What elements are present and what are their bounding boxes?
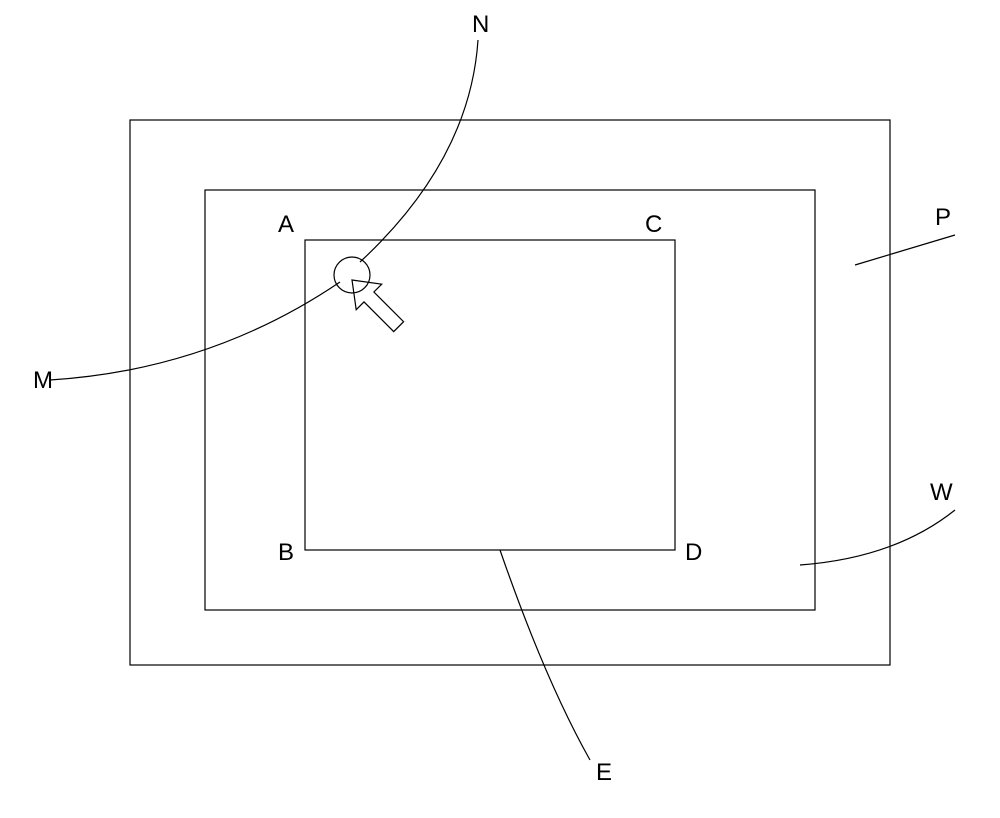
inner-rect-e (305, 240, 675, 550)
leader-m (50, 282, 340, 380)
label-p: P (935, 204, 951, 231)
target-circle (334, 257, 370, 293)
outer-rect-p (130, 120, 890, 665)
label-w: W (930, 479, 953, 506)
leader-n (360, 40, 478, 262)
middle-rect-w (205, 190, 815, 610)
leader-e (500, 550, 590, 760)
leader-p (855, 235, 955, 265)
cursor-arrow-icon (352, 280, 404, 332)
label-c: C (645, 211, 662, 238)
label-a: A (278, 211, 294, 238)
label-n: N (472, 11, 489, 38)
label-e: E (596, 759, 612, 786)
leader-w (800, 510, 955, 565)
label-m: M (33, 367, 53, 394)
label-b: B (278, 539, 294, 566)
diagram-canvas: N P M W E A B C D (0, 0, 1000, 818)
label-d: D (685, 539, 702, 566)
